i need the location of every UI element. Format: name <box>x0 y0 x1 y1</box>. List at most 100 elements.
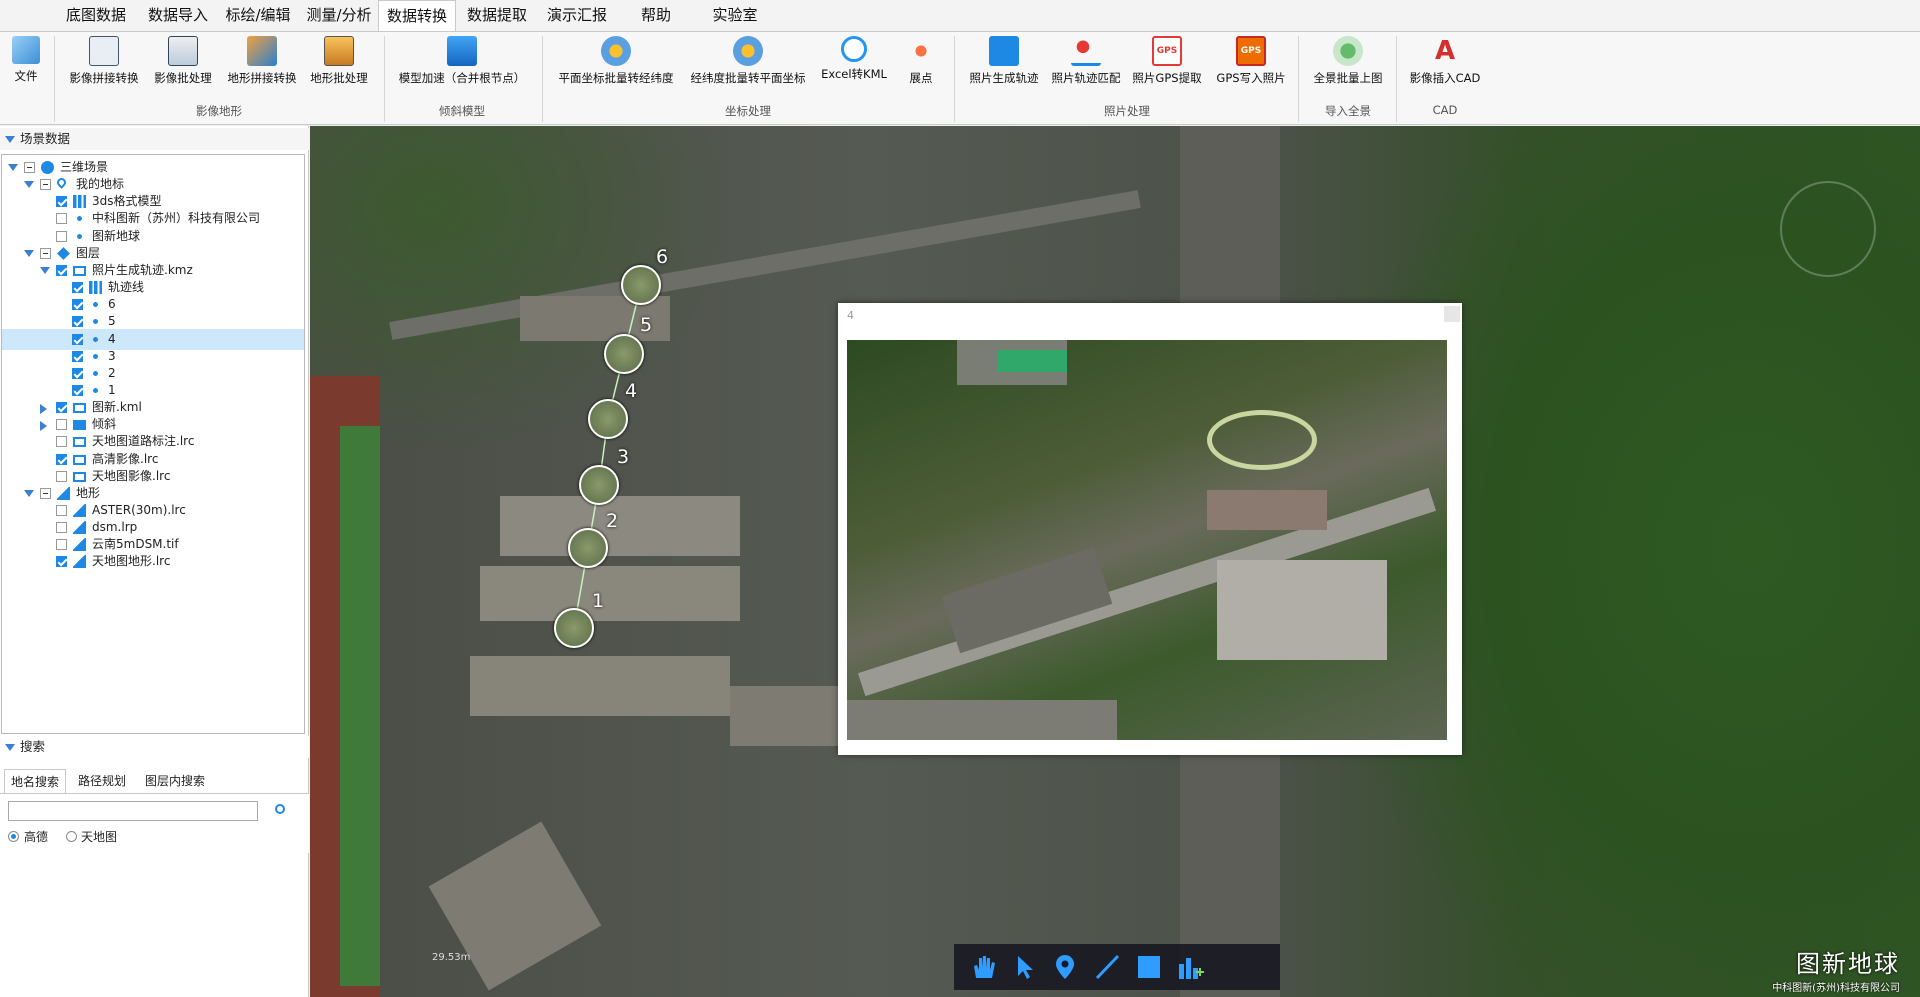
tree-checkbox[interactable] <box>72 350 83 362</box>
popup-close-button[interactable] <box>1444 306 1460 322</box>
map-viewport[interactable]: 1 2 3 4 5 6 4 29.53m 图新地球 中科图新(苏州)科技有限公司 <box>310 126 1920 997</box>
planar-to-lonlat-button[interactable]: 平面坐标批量转经纬度 <box>550 34 682 96</box>
track-marker-3[interactable] <box>579 465 619 505</box>
excel-to-kml-button[interactable]: Excel转KML <box>814 34 894 96</box>
track-marker-5[interactable] <box>604 334 644 374</box>
tree-checkbox[interactable] <box>56 453 67 465</box>
photo-green-roof <box>997 350 1067 372</box>
tree-checkbox[interactable] <box>56 196 67 208</box>
terrain-batch-button[interactable]: 地形批处理 <box>304 34 374 96</box>
terrain-icon <box>73 538 86 552</box>
track-marker-6[interactable] <box>621 265 661 305</box>
tree-checkbox[interactable] <box>56 522 67 534</box>
tree-checkbox[interactable] <box>56 539 67 551</box>
tree-item[interactable]: 天地图地形.lrc <box>2 551 304 572</box>
tab-layer-search[interactable]: 图层内搜索 <box>138 769 212 793</box>
expand-arrow-down-icon[interactable] <box>24 181 34 189</box>
photo-gps-extract-button[interactable]: GPS 照片GPS提取 <box>1126 34 1208 96</box>
menu-tab-present[interactable]: 演示汇报 <box>538 0 616 31</box>
tree-checkbox[interactable] <box>56 505 67 516</box>
file-button[interactable]: 文件 <box>6 34 46 96</box>
tree-checkbox[interactable] <box>56 230 67 242</box>
model-accelerate-button[interactable]: 模型加速（合并根节点） <box>392 34 532 96</box>
pan-hand-icon[interactable] <box>968 952 998 982</box>
menu-tab-help[interactable]: 帮助 <box>624 0 688 31</box>
menu-tab-lab[interactable]: 实验室 <box>700 0 770 31</box>
scale-readout: 29.53m <box>432 952 471 963</box>
tree-checkbox[interactable] <box>72 282 83 294</box>
ribbon-separator <box>1298 36 1299 122</box>
gps-write-photo-button[interactable]: GPS GPS写入照片 <box>1210 34 1292 96</box>
menu-tab-basemap[interactable]: 底图数据 <box>56 0 136 31</box>
tree-checkbox[interactable] <box>56 470 67 482</box>
expand-arrow-down-icon[interactable] <box>24 489 34 497</box>
expand-arrow-down-icon[interactable] <box>8 164 18 171</box>
tree-checkbox[interactable] <box>40 247 51 259</box>
watermark-subtitle: 中科图新(苏州)科技有限公司 <box>1772 983 1900 994</box>
group-label-coordinates: 坐标处理 <box>725 104 771 118</box>
terrain-icon <box>73 555 86 569</box>
tree-checkbox[interactable] <box>40 179 51 191</box>
draw-polygon-icon[interactable] <box>1134 952 1164 982</box>
tree-checkbox[interactable] <box>72 333 83 345</box>
terrain-icon <box>73 504 86 517</box>
tree-checkbox[interactable] <box>72 384 83 396</box>
terrain-icon <box>73 521 86 535</box>
point-icon <box>89 298 102 312</box>
tab-route-planning[interactable]: 路径规划 <box>72 769 132 793</box>
place-marker-icon[interactable] <box>1050 952 1080 982</box>
tree-checkbox[interactable] <box>56 402 67 414</box>
marker-label-6: 6 <box>656 246 669 268</box>
ribbon-separator <box>384 36 385 122</box>
watermark-title: 图新地球 <box>1796 950 1900 978</box>
track-marker-1[interactable] <box>554 608 594 648</box>
tab-place-search[interactable]: 地名搜索 <box>4 769 66 793</box>
menu-tab-plot-edit[interactable]: 标绘/编辑 <box>219 0 297 31</box>
collapse-triangle-icon <box>5 744 15 751</box>
tree-checkbox[interactable] <box>56 264 67 276</box>
menu-tab-extract[interactable]: 数据提取 <box>458 0 536 31</box>
image-batch-button[interactable]: 影像批处理 <box>148 34 218 96</box>
tree-checkbox[interactable] <box>72 299 83 311</box>
expand-arrow-down-icon[interactable] <box>24 249 34 257</box>
expand-arrow-right-icon[interactable] <box>40 404 47 415</box>
expand-arrow-right-icon[interactable] <box>40 421 47 432</box>
monitor-icon <box>73 403 86 414</box>
menu-tab-measure[interactable]: 测量/分析 <box>299 0 379 31</box>
search-panel-header[interactable]: 搜索 <box>0 736 309 758</box>
draw-line-icon[interactable] <box>1092 952 1122 982</box>
scene-tree: 三维场景 我的地标 3ds格式模型 中科图新（苏州）科技有限公司 图新地球 图层 照片生成轨… <box>1 154 305 734</box>
terrain-mosaic-button[interactable]: 地形拼接转换 <box>222 34 302 96</box>
photo-track-match-button[interactable]: 照片轨迹匹配 <box>1048 34 1124 96</box>
tree-checkbox[interactable] <box>40 487 51 499</box>
search-icon[interactable] <box>275 804 285 814</box>
photo-track-button[interactable]: 照片生成轨迹 <box>962 34 1046 96</box>
monitor-icon <box>73 265 86 276</box>
search-input[interactable] <box>8 801 258 821</box>
scene-panel-title: 场景数据 <box>20 131 71 146</box>
tree-checkbox[interactable] <box>56 436 67 448</box>
menu-tab-convert[interactable]: 数据转换 <box>378 0 456 32</box>
tree-checkbox[interactable] <box>56 419 67 431</box>
plot-points-button[interactable]: 展点 <box>896 34 946 96</box>
select-arrow-icon[interactable] <box>1010 952 1040 982</box>
image-mosaic-button[interactable]: 影像拼接转换 <box>64 34 144 96</box>
tree-checkbox[interactable] <box>72 316 83 328</box>
scene-panel-header[interactable]: 场景数据 <box>0 128 309 150</box>
menu-tab-import[interactable]: 数据导入 <box>139 0 217 31</box>
search-panel-title: 搜索 <box>20 739 46 754</box>
tree-checkbox[interactable] <box>56 556 67 568</box>
track-marker-4[interactable] <box>588 399 628 439</box>
radio-gaode[interactable] <box>8 831 19 842</box>
add-model-icon[interactable] <box>1174 952 1204 982</box>
tree-checkbox[interactable] <box>72 367 83 379</box>
panorama-batch-button[interactable]: 全景批量上图 <box>1306 34 1390 96</box>
left-panel: 场景数据 三维场景 我的地标 3ds格式模型 中科图新（苏州）科技有限公司 图新地球 图层… <box>0 126 309 997</box>
expand-arrow-down-icon[interactable] <box>40 266 50 274</box>
track-marker-2[interactable] <box>568 528 608 568</box>
radio-tianditu[interactable] <box>66 831 77 842</box>
image-insert-cad-button[interactable]: A 影像插入CAD <box>1402 34 1488 96</box>
tree-checkbox[interactable] <box>24 162 35 173</box>
lonlat-to-planar-button[interactable]: 经纬度批量转平面坐标 <box>684 34 812 96</box>
tree-checkbox[interactable] <box>56 213 67 225</box>
